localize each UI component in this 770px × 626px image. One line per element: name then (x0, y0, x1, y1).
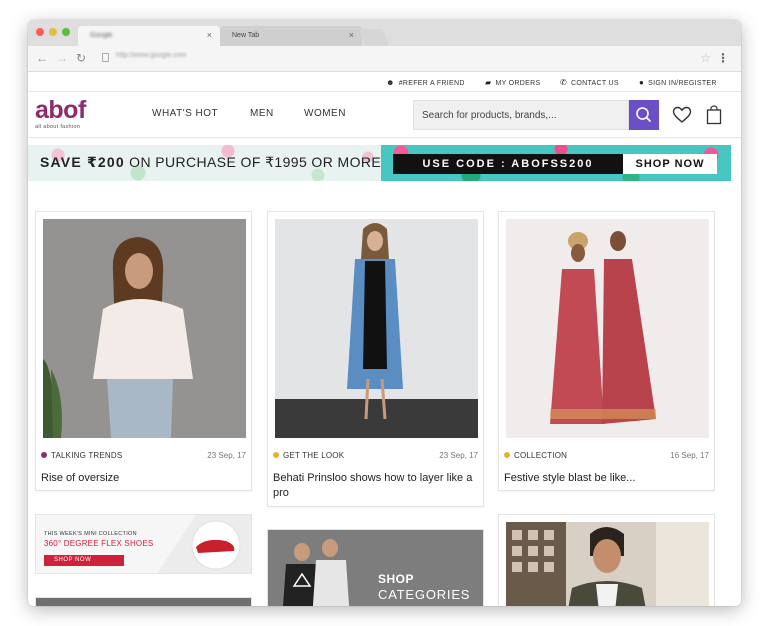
article-image (506, 522, 709, 606)
shop-categories-tile[interactable]: SHOP CATEGORIES (267, 529, 484, 606)
category-dot-icon (273, 452, 279, 458)
article-image (275, 219, 478, 438)
article-category: GET THE LOOK (273, 451, 344, 460)
article-image (506, 219, 709, 438)
promo-banner[interactable]: SAVE ₹200 ON PURCHASE OF ₹1995 OR MORE U… (28, 145, 731, 181)
close-tab-icon[interactable]: × (349, 30, 354, 40)
shopping-bag-icon (706, 105, 722, 125)
address-bar: ← → ↻ http://www.google.com ☆ ⋮ (28, 46, 741, 72)
article-category: COLLECTION (504, 451, 567, 460)
web-page: ☻ #REFER A FRIEND ▰ MY ORDERS ✆ CONTACT US … (28, 72, 741, 606)
refer-icon: ☻ (386, 78, 395, 87)
article-card[interactable]: COLLECTION 16 Sep, 17 Festive style blas… (498, 211, 715, 491)
maximize-window-button[interactable] (62, 28, 70, 36)
sign-in-register-link[interactable]: ● SIGN IN/REGISTER (639, 78, 717, 87)
wishlist-button[interactable] (672, 106, 692, 129)
browser-tab-newtab[interactable]: New Tab × (220, 26, 362, 46)
search-input[interactable] (414, 101, 594, 129)
article-title[interactable]: Behati Prinsloo shows how to layer like … (273, 471, 478, 501)
coupon-code: USE CODE : ABOFSS200 (393, 154, 623, 174)
contact-us-link[interactable]: ✆ CONTACT US (560, 78, 619, 87)
browser-menu-icon[interactable]: ⋮ (717, 51, 729, 65)
banner-offer: SAVE ₹200 ON PURCHASE OF ₹1995 OR MORE (28, 145, 381, 181)
abof-logo[interactable]: abof all about fashion (35, 98, 86, 131)
utility-bar: ☻ #REFER A FRIEND ▰ MY ORDERS ✆ CONTACT US … (28, 72, 741, 92)
my-orders-link[interactable]: ▰ MY ORDERS (485, 78, 540, 87)
promo-title: 360° DEGREE FLEX SHOES (44, 539, 154, 548)
user-icon: ● (639, 78, 645, 87)
tab-title: Google (90, 32, 113, 39)
article-date: 16 Sep, 17 (670, 451, 709, 460)
shop-label: SHOP (378, 572, 415, 586)
article-title[interactable]: Rise of oversize (41, 471, 246, 486)
nav-women[interactable]: WOMEN (304, 108, 346, 119)
article-card[interactable]: TALKING TRENDS 23 Sep, 17 Rise of oversi… (35, 211, 252, 491)
heart-icon (672, 106, 692, 123)
search-box (413, 100, 629, 130)
article-image (43, 219, 246, 438)
banner-shop-now-button[interactable]: SHOP NOW (623, 154, 717, 174)
reload-icon[interactable]: ↻ (76, 52, 86, 64)
category-dot-icon (504, 452, 510, 458)
page-info-icon[interactable] (102, 53, 109, 62)
main-header: abof all about fashion WHAT'S HOT MEN WO… (28, 92, 741, 138)
article-title[interactable]: Festive style blast be like... (504, 471, 709, 486)
bookmark-star-icon[interactable]: ☆ (700, 51, 711, 65)
close-window-button[interactable] (36, 28, 44, 36)
article-card[interactable]: GET THE LOOK 23 Sep, 17 Behati Prinsloo … (267, 211, 484, 507)
search-icon (636, 107, 652, 123)
browser-window: Google × New Tab × ← → ↻ http://www.goog… (28, 20, 741, 606)
search-button[interactable] (629, 100, 659, 130)
url-field[interactable]: http://www.google.com (116, 52, 186, 59)
promo-subtitle: THIS WEEK'S MINI COLLECTION (44, 531, 137, 537)
tab-title: New Tab (232, 32, 260, 39)
forward-arrow-icon[interactable]: → (56, 52, 68, 64)
refer-friend-link[interactable]: ☻ #REFER A FRIEND (386, 78, 465, 87)
tab-strip: Google × New Tab × (28, 20, 741, 46)
back-arrow-icon[interactable]: ← (36, 52, 48, 64)
banner-code: USE CODE : ABOFSS200 SHOP NOW (381, 145, 731, 181)
new-tab-button[interactable] (358, 29, 390, 46)
close-tab-icon[interactable]: × (207, 30, 212, 40)
partial-tile[interactable] (35, 597, 252, 606)
article-card[interactable] (498, 514, 715, 606)
banner-save-text: SAVE ₹200 (40, 154, 125, 170)
browser-tab-active[interactable]: Google × (78, 26, 220, 46)
phone-icon: ✆ (560, 78, 568, 87)
article-date: 23 Sep, 17 (439, 451, 478, 460)
banner-offer-text: ON PURCHASE OF ₹1995 OR MORE (129, 154, 382, 170)
categories-label: CATEGORIES (378, 587, 471, 602)
minimize-window-button[interactable] (49, 28, 57, 36)
mini-collection-promo[interactable]: THIS WEEK'S MINI COLLECTION 360° DEGREE … (35, 514, 252, 574)
nav-men[interactable]: MEN (250, 108, 274, 119)
category-dot-icon (41, 452, 47, 458)
article-date: 23 Sep, 17 (207, 451, 246, 460)
cart-button[interactable] (706, 105, 722, 130)
article-category: TALKING TRENDS (41, 451, 122, 460)
promo-shop-now-button[interactable]: SHOP NOW (44, 555, 124, 566)
truck-icon: ▰ (485, 78, 492, 87)
nav-whats-hot[interactable]: WHAT'S HOT (152, 108, 218, 119)
